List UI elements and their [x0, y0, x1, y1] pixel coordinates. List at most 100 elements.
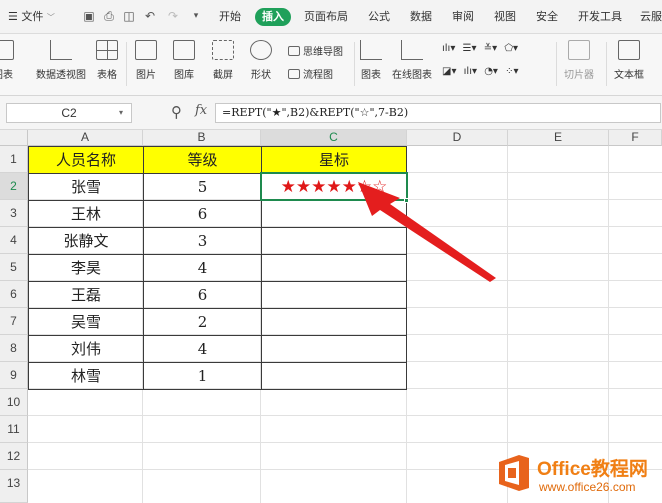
tab-review[interactable]: 审阅 — [452, 8, 474, 26]
print-icon[interactable]: ⎙ — [102, 9, 116, 23]
picture-button[interactable]: 图片 — [135, 40, 157, 81]
shapes-label: 形状 — [251, 70, 271, 81]
chart-button[interactable]: 图表 — [360, 40, 382, 81]
print-preview-icon[interactable]: ◫ — [122, 9, 136, 23]
watermark-brand: Office教程网 — [537, 459, 648, 480]
row-header[interactable]: 7 — [0, 308, 28, 335]
customize-dropdown-icon[interactable]: ▾ — [189, 9, 203, 23]
menu-bar: ☰ 文件 ﹀ ▣ ⎙ ◫ ↶ ↷ ▾ 开始 插入 页面布局 公式 数据 审阅 视… — [0, 0, 662, 34]
bar-chart-small-icon: ☰▾ — [462, 43, 477, 54]
row-header[interactable]: 11 — [0, 416, 28, 443]
name-cell[interactable]: 李昊 — [29, 255, 144, 282]
annotation-arrow — [358, 182, 496, 282]
tab-formulas[interactable]: 公式 — [368, 8, 390, 26]
picture-icon — [135, 40, 157, 60]
slicer-button[interactable]: 切片器 — [564, 40, 594, 81]
ribbon: 图表 数据透视图 表格 图片 图库 截屏 形状 思维导图 流程图 图表 在线图表… — [0, 34, 662, 96]
row-header[interactable]: 9 — [0, 362, 28, 389]
level-cell[interactable]: 5 — [144, 174, 262, 201]
text-box-label: 文本框 — [614, 70, 644, 81]
column-header-a[interactable]: A — [28, 130, 143, 146]
row-header[interactable]: 3 — [0, 200, 28, 227]
level-cell[interactable]: 2 — [144, 309, 262, 336]
tab-page-layout[interactable]: 页面布局 — [304, 8, 348, 26]
column-header-b[interactable]: B — [143, 130, 261, 146]
stars-cell[interactable] — [262, 363, 407, 390]
column-header-e[interactable]: E — [508, 130, 609, 146]
row-header[interactable]: 6 — [0, 281, 28, 308]
level-cell[interactable]: 3 — [144, 228, 262, 255]
undo-icon[interactable]: ↶ — [143, 9, 157, 23]
row-header[interactable]: 12 — [0, 443, 28, 470]
gallery-label: 图库 — [174, 70, 194, 81]
save-icon[interactable]: ▣ — [82, 9, 96, 23]
level-cell[interactable]: 6 — [144, 282, 262, 309]
select-all-corner[interactable] — [0, 130, 28, 146]
ribbon-divider — [126, 42, 127, 86]
table-icon — [0, 40, 14, 60]
name-box-dropdown-icon[interactable]: ▾ — [119, 108, 123, 117]
chevron-down-icon: ﹀ — [46, 13, 55, 22]
level-cell[interactable]: 4 — [144, 255, 262, 282]
column-chart-dropdown[interactable]: ılı▾ ☰▾ ≚▾ ⬠▾ — [442, 43, 518, 54]
app-menu-button[interactable]: ☰ 文件 ﹀ — [8, 8, 55, 26]
row-header[interactable]: 10 — [0, 389, 28, 416]
pie-chart-dropdown[interactable]: ◪▾ ılı▾ ◔▾ ⁘▾ — [442, 66, 519, 77]
radar-chart-icon: ⬠▾ — [504, 43, 519, 54]
formula-input[interactable]: =REPT("★",B2)&REPT("☆",7-B2) — [215, 103, 661, 123]
name-cell[interactable]: 王林 — [29, 201, 144, 228]
name-cell[interactable]: 吴雪 — [29, 309, 144, 336]
header-cell-name[interactable]: 人员名称 — [29, 147, 144, 174]
flowchart-button[interactable]: 流程图 — [288, 66, 333, 81]
ribbon-divider — [556, 42, 557, 86]
redo-icon[interactable]: ↷ — [166, 9, 180, 23]
row-header[interactable]: 13 — [0, 470, 28, 503]
shapes-button[interactable]: 形状 — [250, 40, 272, 81]
level-cell[interactable]: 6 — [144, 201, 262, 228]
stars-cell[interactable] — [262, 309, 407, 336]
table-button[interactable]: 表格 — [96, 40, 118, 81]
tab-home[interactable]: 开始 — [219, 8, 241, 26]
online-chart-button[interactable]: 在线图表 — [392, 40, 432, 81]
insert-function-icon[interactable]: fx — [195, 103, 207, 118]
chart-label: 图表 — [361, 70, 381, 81]
row-header[interactable]: 8 — [0, 335, 28, 362]
header-cell-level[interactable]: 等级 — [144, 147, 262, 174]
slicer-label: 切片器 — [564, 70, 594, 81]
zoom-icon[interactable]: ⚲ — [171, 103, 182, 121]
table-chart-button[interactable]: 图表 — [0, 40, 14, 81]
level-cell[interactable]: 1 — [144, 363, 262, 390]
tab-insert[interactable]: 插入 — [255, 8, 291, 26]
scatter-chart-icon: ⁘▾ — [505, 66, 519, 77]
tab-data[interactable]: 数据 — [410, 8, 432, 26]
online-chart-icon — [401, 40, 423, 60]
level-cell[interactable]: 4 — [144, 336, 262, 363]
hamburger-icon: ☰ — [8, 10, 18, 23]
text-box-button[interactable]: 文本框 — [614, 40, 644, 81]
pivot-chart-button[interactable]: 数据透视图 — [36, 40, 86, 81]
name-cell[interactable]: 张雪 — [29, 174, 144, 201]
stars-cell[interactable] — [262, 336, 407, 363]
row-header[interactable]: 5 — [0, 254, 28, 281]
name-cell[interactable]: 刘伟 — [29, 336, 144, 363]
column-header-f[interactable]: F — [609, 130, 662, 146]
tab-view[interactable]: 视图 — [494, 8, 516, 26]
grid-table-icon — [96, 40, 118, 60]
name-box[interactable]: C2 — [6, 103, 132, 123]
row-header[interactable]: 4 — [0, 227, 28, 254]
tab-cloud[interactable]: 云服 — [640, 8, 662, 26]
name-cell[interactable]: 林雪 — [29, 363, 144, 390]
area-chart-icon: ◪▾ — [442, 66, 457, 77]
mind-map-button[interactable]: 思维导图 — [288, 43, 343, 58]
column-header-d[interactable]: D — [407, 130, 508, 146]
screenshot-button[interactable]: 截屏 — [212, 40, 234, 81]
row-header[interactable]: 2 — [0, 173, 28, 200]
gallery-button[interactable]: 图库 — [173, 40, 195, 81]
row-header[interactable]: 1 — [0, 146, 28, 173]
tab-developer[interactable]: 开发工具 — [578, 8, 622, 26]
name-cell[interactable]: 王磊 — [29, 282, 144, 309]
office-logo-icon — [499, 455, 529, 491]
tab-security[interactable]: 安全 — [536, 8, 558, 26]
name-cell[interactable]: 张静文 — [29, 228, 144, 255]
column-header-c[interactable]: C — [261, 130, 407, 146]
